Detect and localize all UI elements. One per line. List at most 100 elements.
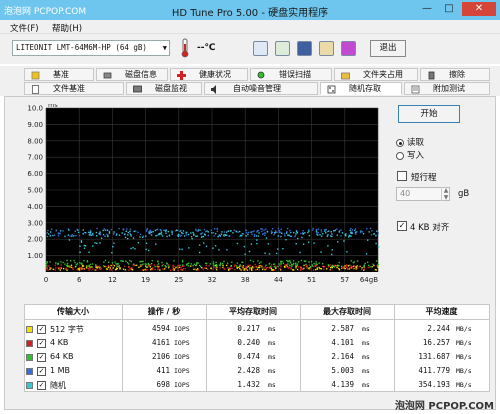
x-tick-label: 12: [108, 276, 117, 284]
tab-health[interactable]: 健康状况: [170, 68, 248, 81]
data-point: [247, 265, 250, 268]
download-icon[interactable]: [341, 41, 356, 56]
toolbar: LITEONIT LMT-64M6M-HP (64 gB) ▼ --℃ 退出: [0, 34, 500, 64]
save-icon[interactable]: [297, 41, 312, 56]
data-point: [107, 265, 110, 267]
tab-benchmark[interactable]: 基准: [24, 68, 94, 81]
data-point: [100, 237, 103, 239]
data-point: [377, 246, 380, 248]
tab-erase[interactable]: 擦除: [420, 68, 490, 81]
data-point: [290, 267, 292, 269]
series-checkbox[interactable]: ✓: [37, 353, 46, 362]
speed-unit: MB/s: [456, 381, 472, 389]
close-button[interactable]: ✕: [462, 2, 496, 16]
data-point: [238, 266, 240, 268]
data-point: [338, 265, 340, 267]
data-point: [317, 232, 319, 234]
data-point: [67, 234, 69, 236]
data-point: [256, 242, 258, 245]
data-point: [127, 234, 129, 236]
data-point: [293, 231, 295, 234]
data-point: [303, 267, 305, 270]
data-point: [322, 265, 324, 268]
data-point: [145, 248, 147, 251]
data-point: [207, 234, 209, 237]
data-point: [215, 265, 218, 268]
data-point: [345, 266, 348, 268]
tab-extra-tests[interactable]: 附加测试: [404, 82, 490, 95]
tab-folder-usage[interactable]: 文件夹占用: [334, 68, 418, 81]
exit-button[interactable]: 退出: [370, 40, 406, 57]
data-point: [361, 267, 363, 269]
data-point: [196, 235, 198, 237]
data-point: [139, 233, 142, 235]
data-point: [326, 268, 328, 270]
data-point: [165, 230, 167, 232]
menu-file[interactable]: 文件(F): [10, 22, 39, 34]
data-point: [57, 262, 59, 265]
data-point: [250, 243, 253, 245]
copy-info-icon[interactable]: [253, 41, 268, 56]
maximize-button[interactable]: □: [440, 2, 458, 16]
data-point: [344, 265, 346, 267]
tab-random-access[interactable]: 随机存取: [320, 82, 402, 95]
read-radio[interactable]: 读取: [396, 138, 476, 149]
data-point: [125, 260, 127, 262]
iops-value: 4594: [151, 324, 170, 333]
data-point: [149, 232, 151, 235]
data-point: [192, 233, 195, 235]
data-point: [277, 248, 279, 250]
tab-disk-info[interactable]: 磁盘信息: [96, 68, 168, 81]
series-checkbox[interactable]: ✓: [37, 367, 46, 376]
data-point: [356, 260, 359, 262]
data-point: [333, 266, 335, 268]
disk-monitor-icon: [133, 85, 142, 93]
series-checkbox[interactable]: ✓: [37, 381, 46, 390]
data-point: [296, 264, 298, 267]
data-point: [316, 232, 318, 234]
data-point: [146, 228, 148, 230]
data-point: [81, 265, 84, 267]
series-checkbox[interactable]: ✓: [37, 325, 46, 334]
copy-screen-icon[interactable]: [275, 41, 290, 56]
max-time-value: 4.139: [331, 380, 354, 389]
series-checkbox[interactable]: ✓: [37, 339, 46, 348]
data-point: [275, 231, 277, 233]
data-point: [295, 230, 298, 233]
data-point: [157, 268, 159, 271]
data-point: [181, 232, 183, 234]
data-point: [284, 264, 286, 266]
tab-disk-monitor[interactable]: 磁盘监视: [126, 82, 202, 95]
data-point: [207, 231, 209, 233]
data-point: [181, 269, 183, 271]
data-point: [285, 239, 287, 241]
avg-time-unit: ms: [268, 353, 276, 361]
drive-select[interactable]: LITEONIT LMT-64M6M-HP (64 gB) ▼: [12, 40, 170, 56]
data-point: [272, 269, 274, 271]
tab-error-scan[interactable]: 错误扫描: [250, 68, 332, 81]
start-button[interactable]: 开始: [398, 105, 460, 123]
speed-value: 131.687: [418, 352, 450, 361]
data-point: [48, 265, 50, 267]
data-point: [118, 266, 120, 268]
short-stroke-checkbox[interactable]: [397, 171, 407, 181]
data-point: [222, 234, 225, 236]
data-point: [313, 242, 315, 244]
tab-aam[interactable]: 自动噪音管理: [204, 82, 318, 95]
options-icon[interactable]: [319, 41, 334, 56]
align-4kb-checkbox[interactable]: ✓: [397, 221, 407, 231]
data-point: [149, 230, 152, 232]
spinner-icon[interactable]: ▲ ▼: [441, 187, 450, 201]
menu-help[interactable]: 帮助(H): [52, 22, 82, 34]
write-radio[interactable]: 写入: [396, 151, 476, 162]
data-point: [353, 261, 355, 263]
x-tick-label: 32: [208, 276, 217, 284]
tab-file-benchmark[interactable]: 文件基准: [24, 82, 124, 95]
data-point: [152, 267, 154, 269]
data-point: [166, 262, 168, 264]
data-point: [368, 231, 370, 233]
minimize-button[interactable]: —: [418, 2, 436, 16]
speed-unit: MB/s: [456, 353, 472, 361]
tab-label: 健康状况: [199, 70, 231, 79]
data-point: [251, 230, 254, 233]
